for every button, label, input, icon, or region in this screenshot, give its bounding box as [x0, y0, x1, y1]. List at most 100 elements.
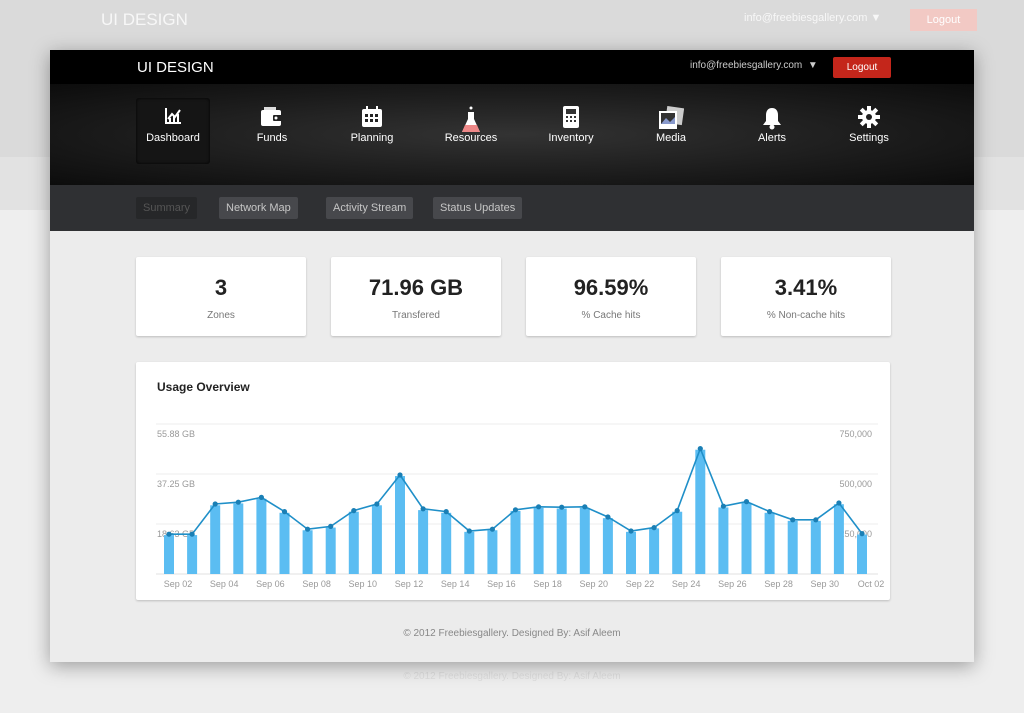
- chart-icon: [136, 98, 210, 132]
- data-point: [512, 507, 519, 513]
- nav-item-planning[interactable]: Planning: [335, 98, 409, 164]
- x-axis-tick: Sep 08: [302, 579, 331, 589]
- x-axis-tick: Sep 14: [441, 579, 470, 589]
- bar: [810, 520, 821, 574]
- stat-card: 3 Zones: [136, 257, 306, 336]
- x-axis-tick: Sep 20: [580, 579, 609, 589]
- photos-icon: [634, 98, 708, 132]
- bar: [672, 511, 683, 574]
- stat-value: 3.41%: [774, 275, 838, 300]
- top-bar: UI DESIGN info@freebiesgallery.com ▼ Log…: [50, 50, 974, 84]
- data-point: [697, 446, 703, 452]
- bar: [325, 527, 336, 574]
- nav-item-label: Dashboard: [146, 132, 200, 144]
- nav-item-label: Resources: [444, 132, 498, 144]
- data-point: [397, 472, 403, 478]
- nav-item-settings[interactable]: Settings: [832, 98, 906, 164]
- x-axis-tick: Sep 18: [533, 579, 562, 589]
- x-axis-tick: Sep 16: [487, 579, 516, 589]
- bar: [395, 476, 405, 574]
- tab-network-map[interactable]: Network Map: [219, 197, 298, 219]
- bar: [418, 510, 429, 574]
- gear-icon: [832, 98, 906, 132]
- data-point: [743, 499, 750, 505]
- left-axis-tick: 55.88 GB: [157, 429, 195, 439]
- data-point: [790, 517, 796, 523]
- bar: [626, 531, 636, 574]
- stat-value: 3: [214, 275, 228, 300]
- bar: [441, 512, 452, 574]
- nav-item-label: Planning: [350, 132, 394, 144]
- bar: [649, 528, 660, 574]
- background-email: info@freebiesgallery.com ▼: [744, 12, 882, 24]
- logout-button[interactable]: Logout: [833, 57, 891, 78]
- stat-card: 96.59% % Cache hits: [526, 257, 696, 336]
- nav-item-label: Funds: [256, 132, 288, 144]
- nav-item-resources[interactable]: Resources: [434, 98, 508, 164]
- data-point: [328, 523, 334, 529]
- bar: [695, 449, 706, 574]
- stat-card: 3.41% % Non-cache hits: [721, 257, 891, 336]
- tab-summary[interactable]: Summary: [136, 197, 198, 219]
- right-axis-tick: 750,000: [839, 429, 872, 439]
- account-email: info@freebiesgallery.com: [690, 60, 803, 71]
- background-logout: Logout: [910, 9, 977, 31]
- tab-activity-stream[interactable]: Activity Stream: [326, 197, 414, 219]
- data-point: [443, 509, 449, 515]
- nav-item-alerts[interactable]: Alerts: [735, 98, 809, 164]
- nav-item-dashboard[interactable]: Dashboard: [136, 98, 210, 164]
- usage-overview-card: Usage Overview 18.63 GB 37.25 GB 55.88 GB 2…: [136, 362, 890, 600]
- x-axis-tick: Sep 28: [764, 579, 793, 589]
- bar: [256, 498, 267, 574]
- nav-item-label: Media: [656, 132, 686, 144]
- nav-item-label: Alerts: [757, 132, 787, 144]
- data-point: [258, 494, 264, 500]
- bar: [210, 505, 221, 574]
- stat-value: 71.96 GB: [368, 275, 464, 300]
- data-point: [813, 517, 819, 523]
- bar: [464, 531, 475, 574]
- bar: [164, 535, 174, 574]
- data-point: [305, 526, 311, 532]
- data-point: [720, 503, 727, 509]
- data-point: [605, 514, 611, 520]
- data-point: [374, 501, 380, 507]
- bar: [279, 512, 290, 574]
- account-menu[interactable]: info@freebiesgallery.com ▼: [690, 60, 818, 71]
- calculator-icon: [534, 98, 608, 132]
- right-axis-tick: 500,000: [839, 479, 872, 489]
- data-point: [674, 508, 680, 514]
- data-point: [351, 508, 357, 514]
- bar: [187, 535, 198, 574]
- bar: [371, 505, 382, 574]
- background-footer: © 2012 Freebiesgallery. Designed By: Asi…: [403, 671, 621, 682]
- data-point: [420, 506, 426, 512]
- nav-item-media[interactable]: Media: [634, 98, 708, 164]
- nav-item-inventory[interactable]: Inventory: [534, 98, 608, 164]
- stat-value: 96.59%: [573, 275, 649, 300]
- wallet-icon: [235, 98, 309, 132]
- nav-item-label: Settings: [849, 132, 889, 144]
- nav-item-funds[interactable]: Funds: [235, 98, 309, 164]
- data-point: [559, 504, 565, 510]
- bar: [348, 511, 359, 574]
- sub-nav: Summary Network Map Activity Stream Status …: [50, 185, 974, 231]
- data-point: [281, 509, 288, 515]
- bar: [718, 507, 729, 574]
- bar: [487, 530, 498, 574]
- x-axis-tick: Sep 22: [626, 579, 655, 589]
- bar: [302, 530, 313, 574]
- data-point: [582, 504, 588, 510]
- data-point: [489, 526, 495, 532]
- data-point: [235, 499, 241, 505]
- tab-status-updates[interactable]: Status Updates: [433, 197, 523, 219]
- data-point: [859, 531, 865, 537]
- stat-label: % Non-cache hits: [766, 310, 846, 321]
- usage-chart: 18.63 GB37.25 GB55.88 GB250,000500,00075…: [156, 423, 884, 589]
- background-title: UI DESIGN: [101, 10, 188, 29]
- bar: [764, 512, 775, 574]
- data-point: [466, 528, 472, 534]
- bar: [857, 534, 867, 574]
- x-axis-tick: Sep 10: [349, 579, 378, 589]
- stat-label: % Cache hits: [581, 310, 641, 321]
